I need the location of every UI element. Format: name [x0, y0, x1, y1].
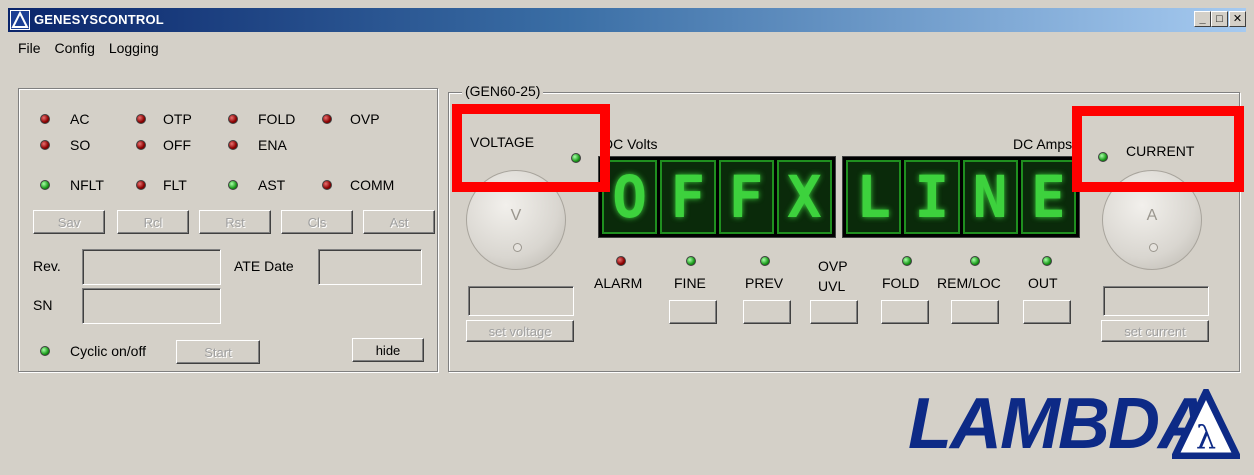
menu-bar: File Config Logging — [8, 40, 169, 62]
lambda-triangle-icon: λ — [1172, 389, 1240, 459]
led-nflt-label: NFLT — [70, 177, 104, 193]
led-ac — [40, 114, 50, 124]
led-off-label: OFF — [163, 137, 191, 153]
display-digit: X — [776, 160, 832, 234]
led-fold-label: FOLD — [258, 111, 296, 127]
minimize-button[interactable]: _ — [1194, 11, 1211, 27]
ovp-uvl-button[interactable] — [810, 300, 858, 324]
display-digit: F — [718, 160, 774, 234]
led-ena-label: ENA — [258, 137, 287, 153]
ast-button[interactable]: Ast — [363, 210, 435, 234]
out-button[interactable] — [1023, 300, 1071, 324]
rev-label: Rev. — [33, 258, 61, 274]
led-otp-label: OTP — [163, 111, 192, 127]
current-knob-letter: A — [1146, 207, 1158, 224]
led-fold — [228, 114, 238, 124]
led-flt — [136, 180, 146, 190]
display-digit: O — [602, 160, 658, 234]
led-so-label: SO — [70, 137, 91, 153]
led-fold-out — [902, 256, 912, 266]
dc-amps-label: DC Amps — [1013, 136, 1073, 152]
led-flt-label: FLT — [163, 177, 187, 193]
rcl-button[interactable]: Rcl — [117, 210, 189, 234]
device-group-label: (GEN60-25) — [462, 83, 544, 99]
current-setpoint-field[interactable] — [1103, 286, 1209, 316]
led-ast-label: AST — [258, 177, 286, 193]
dc-volts-label: DC Volts — [603, 136, 658, 152]
svg-text:λ: λ — [1196, 418, 1216, 456]
alarm-label: ALARM — [594, 275, 643, 291]
led-so — [40, 140, 50, 150]
voltage-setpoint-field[interactable] — [468, 286, 574, 316]
lambda-logo: LAMBDA λ — [908, 385, 1240, 463]
led-ovp — [322, 114, 332, 124]
display-digit: E — [1020, 160, 1076, 234]
current-highlight-box — [1072, 106, 1244, 192]
sn-label: SN — [33, 297, 53, 313]
title-bar: GENESYSCONTROL _ □ ✕ — [8, 8, 1246, 32]
out-label: OUT — [1028, 275, 1058, 291]
led-rem-loc — [970, 256, 980, 266]
rev-field[interactable] — [82, 249, 221, 285]
rst-button[interactable]: Rst — [199, 210, 271, 234]
led-ovp-label: OVP — [350, 111, 380, 127]
prev-label: PREV — [745, 275, 784, 291]
voltage-knob-letter: V — [510, 207, 522, 224]
led-otp — [136, 114, 146, 124]
display-digit: L — [846, 160, 902, 234]
led-ast — [228, 180, 238, 190]
voltage-highlight-box — [452, 104, 610, 192]
cls-button[interactable]: Cls — [281, 210, 353, 234]
led-comm-label: COMM — [350, 177, 395, 193]
logo-text: LAMBDA — [908, 384, 1210, 464]
window-title: GENESYSCONTROL — [34, 12, 164, 27]
led-cyclic — [40, 346, 50, 356]
current-knob-indicator — [1149, 243, 1158, 252]
display-digit: I — [904, 160, 960, 234]
led-off — [136, 140, 146, 150]
led-out — [1042, 256, 1052, 266]
prev-button[interactable] — [743, 300, 791, 324]
ate-date-label: ATE Date — [234, 258, 294, 274]
led-alarm — [616, 256, 626, 266]
ate-date-field[interactable] — [318, 249, 422, 285]
menu-config[interactable]: Config — [54, 40, 94, 56]
led-nflt — [40, 180, 50, 190]
led-ac-label: AC — [70, 111, 90, 127]
ovp-uvl-label: OVP UVL — [818, 258, 848, 294]
rem-loc-label: REM/LOC — [937, 275, 1001, 291]
maximize-button[interactable]: □ — [1211, 11, 1228, 27]
sn-field[interactable] — [82, 288, 221, 324]
set-current-button[interactable]: set current — [1101, 320, 1209, 342]
display-digit: F — [660, 160, 716, 234]
sav-button[interactable]: Sav — [33, 210, 105, 234]
voltage-display: O F F X — [598, 156, 836, 238]
display-digit: N — [962, 160, 1018, 234]
fine-label: FINE — [674, 275, 706, 291]
app-icon — [10, 10, 30, 30]
menu-file[interactable]: File — [18, 40, 41, 56]
led-comm — [322, 180, 332, 190]
cyclic-label: Cyclic on/off — [70, 343, 146, 359]
led-ena — [228, 140, 238, 150]
close-button[interactable]: ✕ — [1229, 11, 1246, 27]
menu-logging[interactable]: Logging — [109, 40, 159, 56]
fine-button[interactable] — [669, 300, 717, 324]
current-display: L I N E — [842, 156, 1080, 238]
led-prev — [760, 256, 770, 266]
start-button[interactable]: Start — [176, 340, 260, 364]
fold-label: FOLD — [882, 275, 920, 291]
hide-button[interactable]: hide — [352, 338, 424, 362]
rem-loc-button[interactable] — [951, 300, 999, 324]
fold-button[interactable] — [881, 300, 929, 324]
voltage-knob-indicator — [513, 243, 522, 252]
led-fine — [686, 256, 696, 266]
set-voltage-button[interactable]: set voltage — [466, 320, 574, 342]
